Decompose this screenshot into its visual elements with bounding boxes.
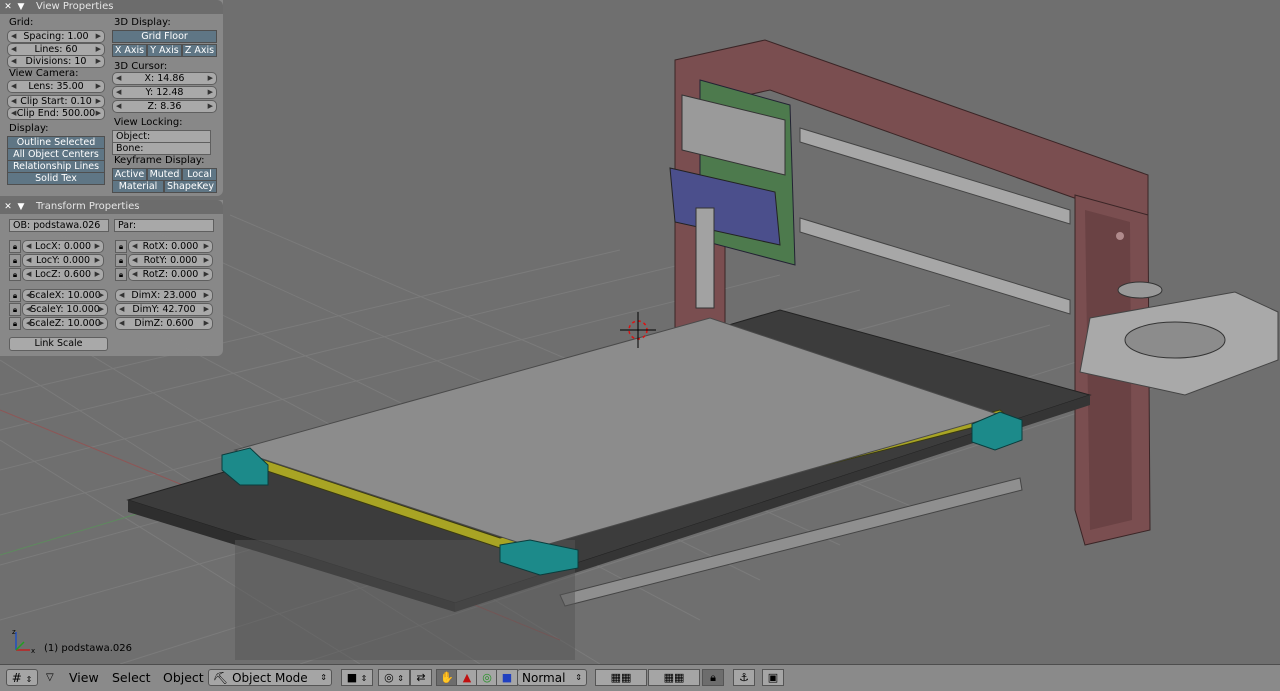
draw-type-selector[interactable]: ■ ⇕ bbox=[341, 669, 373, 686]
scale-x-field[interactable]: ◀ ScaleX: 10.000 ▶ bbox=[22, 289, 108, 302]
rot-z-field[interactable]: ◀ RotZ: 0.000 ▶ bbox=[128, 268, 213, 281]
3d-view-header: # ⇕ ▽ View Select Object ⛏ Object Mode ⇕… bbox=[0, 664, 1280, 691]
scale-z-field[interactable]: ◀ ScaleZ: 10.000 ▶ bbox=[22, 317, 108, 330]
keyframe-material-toggle[interactable]: Material bbox=[112, 180, 164, 193]
lock-icon[interactable]: 🔒︎ bbox=[9, 289, 21, 302]
collapse-triangle-icon[interactable]: ▼ bbox=[16, 0, 26, 14]
solid-shading-icon: ■ bbox=[346, 671, 358, 684]
grid-spacing-field[interactable]: ◀ Spacing: 1.00 ▶ bbox=[7, 30, 105, 43]
mode-selector[interactable]: ⛏ Object Mode ⇕ bbox=[208, 669, 332, 686]
manipulator-toggle[interactable]: ⇄ bbox=[410, 669, 432, 686]
lock-icon[interactable]: 🔒︎ bbox=[9, 268, 21, 281]
object-menu[interactable]: Object bbox=[163, 670, 204, 686]
grid-label: Grid: bbox=[9, 17, 34, 28]
cursor-z-field[interactable]: ◀ Z: 8.36 ▶ bbox=[112, 100, 217, 113]
3d-cursor-label: 3D Cursor: bbox=[114, 61, 168, 72]
menu-collapse-icon[interactable]: ▽ bbox=[46, 670, 54, 686]
lock-icon[interactable]: 🔒︎ bbox=[115, 268, 127, 281]
dim-y-field[interactable]: ◀ DimY: 42.700 ▶ bbox=[115, 303, 213, 316]
translate-icon[interactable]: ▲ bbox=[456, 669, 478, 686]
lock-icon[interactable]: 🔒︎ bbox=[115, 240, 127, 253]
scale-y-field[interactable]: ◀ ScaleY: 10.000 ▶ bbox=[22, 303, 108, 316]
cursor-x-field[interactable]: ◀ X: 14.86 ▶ bbox=[112, 72, 217, 85]
x-axis-toggle[interactable]: X Axis bbox=[112, 44, 147, 57]
3d-display-label: 3D Display: bbox=[114, 17, 171, 28]
grid-divisions-field[interactable]: ◀ Divisions: 10 ▶ bbox=[7, 55, 105, 68]
panel-title: View Properties bbox=[36, 1, 114, 12]
keyframe-display-label: Keyframe Display: bbox=[114, 155, 205, 166]
render-icon[interactable]: ▣ bbox=[762, 669, 784, 686]
close-icon[interactable]: ✕ bbox=[3, 0, 13, 14]
y-axis-toggle[interactable]: Y Axis bbox=[147, 44, 182, 57]
active-object-status: (1) podstawa.026 bbox=[44, 643, 132, 654]
spindle bbox=[695, 207, 715, 309]
panel-title: Transform Properties bbox=[36, 201, 140, 212]
close-icon[interactable]: ✕ bbox=[3, 200, 13, 214]
view-properties-panel: ✕ ▼ View Properties Grid: ◀ Spacing: 1.00… bbox=[0, 0, 223, 196]
transform-properties-panel: ✕ ▼ Transform Properties OB: podstawa.02… bbox=[0, 200, 223, 356]
view-properties-header[interactable]: ✕ ▼ View Properties bbox=[0, 0, 223, 14]
layer-buttons-a[interactable]: ▦▦ bbox=[595, 669, 647, 686]
svg-text:x: x bbox=[31, 647, 35, 655]
rotate-icon[interactable]: ◎ bbox=[476, 669, 498, 686]
view-locking-label: View Locking: bbox=[114, 117, 183, 128]
transform-orientation-selector[interactable]: Normal ⇕ bbox=[517, 669, 587, 686]
select-menu[interactable]: Select bbox=[112, 670, 151, 686]
view-camera-label: View Camera: bbox=[9, 68, 79, 79]
manipulator-icon: ⇄ bbox=[416, 671, 426, 684]
object-name-field[interactable]: OB: podstawa.026 bbox=[9, 219, 109, 232]
parent-field[interactable]: Par: bbox=[114, 219, 214, 232]
updown-arrow-icon: ⇕ bbox=[25, 675, 33, 684]
solid-tex-toggle[interactable]: Solid Tex bbox=[7, 172, 105, 185]
updown-arrow-icon: ⇕ bbox=[320, 673, 327, 682]
dim-z-field[interactable]: ◀ DimZ: 0.600 ▶ bbox=[115, 317, 213, 330]
updown-arrow-icon: ⇕ bbox=[575, 673, 582, 682]
mode-object-icon: ⛏ bbox=[213, 671, 229, 685]
lock-icon[interactable]: 🔒︎ bbox=[9, 317, 21, 330]
lock-bone-field[interactable]: Bone: bbox=[112, 142, 211, 155]
axis-gizmo-icon: z x bbox=[12, 628, 35, 655]
transform-properties-header[interactable]: ✕ ▼ Transform Properties bbox=[0, 200, 223, 214]
lock-icon[interactable]: 🔒︎ bbox=[115, 254, 127, 267]
pivot-selector[interactable]: ◎ ⇕ bbox=[378, 669, 410, 686]
editor-type-selector[interactable]: # ⇕ bbox=[6, 669, 38, 686]
lock-icon[interactable]: 🔒︎ bbox=[9, 254, 21, 267]
display-label: Display: bbox=[9, 123, 49, 134]
pivot-icon: ◎ bbox=[384, 671, 394, 684]
scale-icon[interactable]: ■ bbox=[496, 669, 518, 686]
layer-buttons-b[interactable]: ▦▦ bbox=[648, 669, 700, 686]
lock-icon[interactable]: 🔒︎ bbox=[702, 669, 724, 686]
grid-editor-icon: # bbox=[11, 671, 22, 685]
lock-icon[interactable]: 🔒︎ bbox=[9, 303, 21, 316]
hand-manipulator-icon[interactable]: ✋ bbox=[436, 669, 458, 686]
grid-floor-toggle[interactable]: Grid Floor bbox=[112, 30, 217, 43]
z-axis-toggle[interactable]: Z Axis bbox=[182, 44, 217, 57]
link-scale-button[interactable]: Link Scale bbox=[9, 337, 108, 351]
lens-field[interactable]: ◀ Lens: 35.00 ▶ bbox=[7, 80, 105, 93]
keyframe-shapekey-toggle[interactable]: ShapeKey bbox=[164, 180, 217, 193]
cursor-y-field[interactable]: ◀ Y: 12.48 ▶ bbox=[112, 86, 217, 99]
loc-z-field[interactable]: ◀ LocZ: 0.600 ▶ bbox=[22, 268, 104, 281]
clip-end-field[interactable]: ◀ Clip End: 500.00 ▶ bbox=[7, 107, 105, 120]
svg-text:z: z bbox=[12, 628, 16, 636]
view-menu[interactable]: View bbox=[69, 670, 99, 686]
collapse-triangle-icon[interactable]: ▼ bbox=[16, 200, 26, 214]
rot-y-field[interactable]: ◀ RotY: 0.000 ▶ bbox=[128, 254, 213, 267]
lock-icon[interactable]: 🔒︎ bbox=[9, 240, 21, 253]
rot-x-field[interactable]: ◀ RotX: 0.000 ▶ bbox=[128, 240, 213, 253]
loc-y-field[interactable]: ◀ LocY: 0.000 ▶ bbox=[22, 254, 104, 267]
snap-icon[interactable]: ⚓ bbox=[733, 669, 755, 686]
loc-x-field[interactable]: ◀ LocX: 0.000 ▶ bbox=[22, 240, 104, 253]
dim-x-field[interactable]: ◀ DimX: 23.000 ▶ bbox=[115, 289, 213, 302]
